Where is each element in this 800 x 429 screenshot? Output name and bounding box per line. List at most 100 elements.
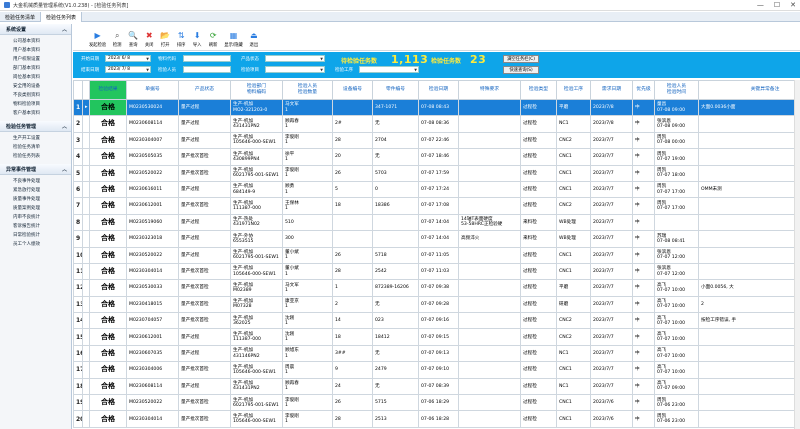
toolbar-button-5[interactable]: 📂 打开 (160, 26, 170, 50)
column-header[interactable]: 产品状态 (178, 80, 231, 100)
column-header[interactable]: 检验人员 检验时间 (654, 80, 699, 100)
sidebar-item[interactable]: 紧急放行处理 (0, 185, 71, 194)
cell-insp: 董小斌 1 (282, 262, 333, 281)
sidebar-item[interactable]: 内审不良统计 (0, 212, 71, 221)
sidebar-item[interactable]: 客户基本资料 (0, 108, 71, 117)
table-row[interactable]: 10 合格M0230520022量产过程生产-机加 6021795-001-SEW… (73, 246, 800, 264)
table-row[interactable]: 7 合格 M0230612001 量产批次首检 生产-机加 111387-000 王保林 … (73, 197, 800, 215)
table-row[interactable]: 8 合格 M0230519060 量产过程 生产-热处 431971N02 510 07-0… (73, 213, 800, 232)
column-header[interactable]: 需求日期 (590, 80, 633, 100)
sidebar-item[interactable]: 用户基本资料 (0, 45, 71, 54)
row-indicator (82, 361, 90, 379)
table-row[interactable]: 4 合格 M0230505035 量产批次首检 生产-机加 430899PN4 徐平 12… (73, 148, 800, 166)
cell-part: 无 (372, 377, 419, 396)
table-row[interactable]: 17 合格M0230304006量产批次首检生产-机加 105646-000-SE… (73, 361, 800, 379)
row-indicator (82, 279, 90, 297)
sidebar-item[interactable]: 不良类别资料 (0, 90, 71, 99)
sidebar-item[interactable]: 岗位基本资料 (0, 72, 71, 81)
table-row[interactable]: 15合格M0230612001量产过程生产-机加 111387-000沈刚 11… (73, 328, 800, 346)
sidebar-item[interactable]: 用户权限设置 (0, 54, 71, 63)
row-indicator-header (82, 80, 90, 100)
table-row[interactable]: 6 合格 M0230616011 量产过程 生产-机加 684149-9 顾勇 1 5 0 07… (73, 180, 800, 199)
table-row[interactable]: 1 ▸ 合格 M0230530024 量产过程 生产-机加 MO2-321203-0 马文军… (73, 98, 800, 117)
column-header[interactable]: 检验部门 物料编码 (230, 80, 283, 100)
table-row[interactable]: 18合格M0230608114量产过程生产-机加 431431PN2顾再春 12… (73, 377, 800, 396)
sidebar-item[interactable]: 不良事件处理 (0, 176, 71, 185)
column-header[interactable]: 检验日期 (418, 80, 459, 100)
table-row[interactable]: 12 合格M0230530033量产批次首检生产-机加 M02389马文军 118… (73, 279, 800, 297)
toolbar-button-2[interactable]: ⌕ 检测 (112, 26, 122, 50)
start-date-field[interactable]: 2023/ 6/ 8 (105, 55, 151, 62)
material-code-input[interactable] (183, 55, 231, 62)
cell-dept: 生产-机加 MO2-321203-0 (230, 98, 283, 117)
maximize-icon[interactable]: ☐ (774, 1, 780, 9)
sidebar-item[interactable]: 物料检验项目 (0, 99, 71, 108)
toolbar-button-4[interactable]: ✖ 关闭 (144, 26, 154, 50)
toolbar-button-7[interactable]: ⬇ 导入 (192, 26, 202, 50)
table-row[interactable]: 16 合格M0230607035量产过程生产-机加 431146PN2顾旭东 13… (73, 344, 800, 363)
column-header[interactable]: 检验类型 (520, 80, 557, 100)
sidebar-item[interactable]: 客诉报告统计 (0, 221, 71, 230)
toolbar-button-1[interactable]: ▶ 发起检验 (89, 26, 106, 50)
sidebar-item[interactable]: 质量案例处理 (0, 203, 71, 212)
chevron-up-icon[interactable]: ︿ (62, 123, 67, 130)
column-header[interactable]: 关键异常备注 (698, 80, 800, 100)
sidebar-item[interactable]: 日常检验统计 (0, 230, 71, 239)
close-icon[interactable]: ✕ (790, 1, 796, 9)
table-row[interactable]: 9 合格 M0230323018 量产过程 生产-外协 6553515 300 07-07 … (73, 230, 800, 248)
vertical-scrollbar[interactable] (794, 80, 800, 429)
column-header[interactable]: 检验工序 (556, 80, 591, 100)
column-header[interactable]: 特殊要求 (458, 80, 521, 100)
sidebar-item[interactable]: 员工个人绩效 (0, 239, 71, 248)
chevron-up-icon[interactable]: ︿ (62, 26, 67, 33)
sidebar-item[interactable]: 生产开工设置 (0, 133, 71, 142)
sidebar-item[interactable]: 检验任务清单 (0, 142, 71, 151)
toolbar-button-3[interactable]: 🔍 查询 (128, 26, 138, 50)
sidebar-item[interactable]: 公司基本资料 (0, 36, 71, 45)
column-header[interactable]: 优先级 (632, 80, 655, 100)
cell-type: 过程检 (520, 394, 557, 412)
table-row[interactable]: 20 合格M0230304014量产批次首检生产-机加 105646-000-SE… (73, 410, 800, 428)
table-row[interactable]: 5 合格 M0230520022 量产批次首检 生产-机加 6021795-001-SE… (73, 164, 800, 182)
column-header[interactable]: 检验结果 (89, 80, 127, 100)
minimize-icon[interactable]: — (757, 1, 764, 9)
sidebar-section-3[interactable]: 异常事件管理 ︿ (0, 164, 71, 175)
tab-1[interactable]: 检验任务清单 (0, 12, 42, 22)
sidebar-section-1[interactable]: 系统设置 ︿ (0, 24, 71, 35)
cell-inspt: 高飞 07-07 10:00 (654, 328, 699, 346)
column-header[interactable]: 设备编号 (332, 80, 373, 100)
table-row[interactable]: 3 合格 M0230304007 量产过程 生产-机加 105646-000-SEW1 李… (73, 131, 800, 150)
cell-dev: 26 (332, 246, 373, 264)
sidebar-section-2[interactable]: 检验任务管理 ︿ (0, 121, 71, 132)
cell-date: 07-07 09:28 (418, 295, 459, 314)
table-row[interactable]: 13合格M0230418015量产批次首检生产-机加 M07328康亚京 12无… (73, 295, 800, 314)
toolbar-button-9[interactable]: ▦ 显示/隐藏 (224, 26, 243, 50)
chevron-up-icon[interactable]: ︿ (62, 166, 67, 173)
column-header[interactable]: 零件编号 (372, 80, 419, 100)
clear-task-bar-button[interactable]: 满空任务栏(C) (503, 55, 539, 63)
sidebar-item[interactable]: 安全用的设备 (0, 81, 71, 90)
table-row[interactable]: 2 合格 M0230608114 量产过程 生产-机加 431431PN2 顾再春 1 2#… (73, 115, 800, 133)
product-status-select[interactable] (265, 55, 325, 62)
toolbar-button-10[interactable]: ⏏ 退出 (249, 26, 259, 50)
table-row[interactable]: 11 合格M0230304014量产批次首检生产-机加 105646-000-SE… (73, 262, 800, 281)
cell-doc: M0230530024 (126, 98, 179, 117)
column-header[interactable]: 单据号 (126, 80, 179, 100)
table-row[interactable]: 14合格M0230704057量产批次首检生产-机加 362025沈刚 1140… (73, 312, 800, 330)
inspection-item-select[interactable] (265, 66, 325, 73)
close-icon: ✖ (145, 31, 153, 40)
end-date-field[interactable]: 2023/ 7/ 8 (105, 66, 151, 73)
sidebar-item[interactable]: 检验任务列表 (0, 151, 71, 160)
sidebar-item[interactable]: 质量事件处理 (0, 194, 71, 203)
quick-search-button[interactable]: 快速查询(S) (503, 66, 539, 74)
column-header[interactable]: 检验人员 检验数量 (282, 80, 333, 100)
cell-result: 合格 (89, 197, 127, 215)
inspection-process-select[interactable] (359, 66, 419, 73)
toolbar-button-6[interactable]: ⇅ 排序 (176, 26, 186, 50)
sidebar-item[interactable]: 部门基本资料 (0, 63, 71, 72)
inspector-input[interactable] (183, 66, 231, 73)
toolbar-button-8[interactable]: ⟳ 刷新 (208, 26, 218, 50)
tab-2[interactable]: 检验任务列表 (41, 12, 83, 22)
table-row[interactable]: 19 合格M0230520022量产批次首检生产-机加 6021795-001-S… (73, 394, 800, 412)
refresh-icon: ⟳ (209, 31, 217, 40)
